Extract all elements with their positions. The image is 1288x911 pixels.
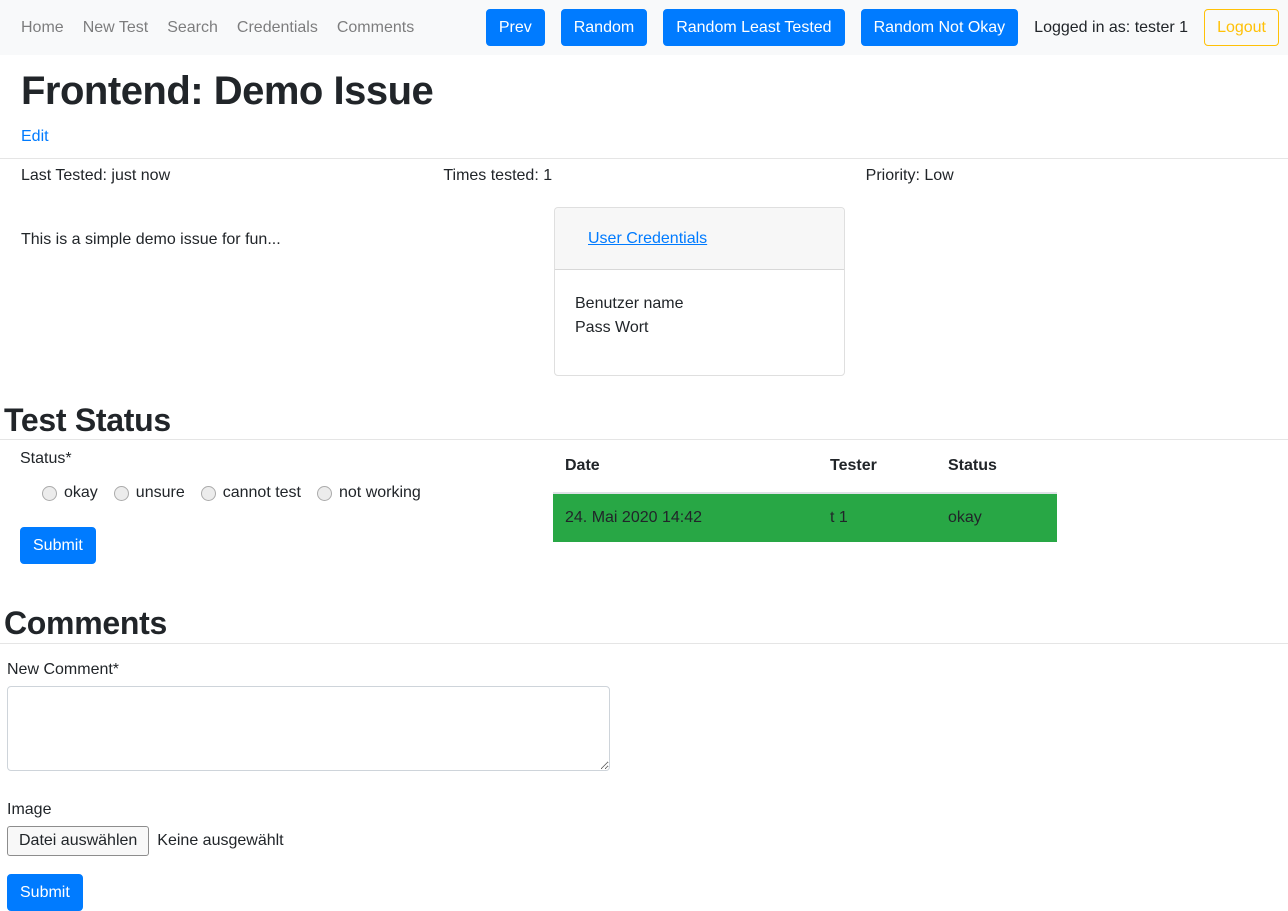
- navbar: Home New Test Search Credentials Comment…: [0, 0, 1288, 55]
- nav-link-credentials[interactable]: Credentials: [237, 16, 318, 40]
- credential-username: Benutzer name: [575, 292, 824, 316]
- priority-text: Priority: Low: [866, 164, 1288, 188]
- radio-option-cannot-test[interactable]: cannot test: [201, 481, 301, 505]
- table-row: 24. Mai 2020 14:42 t 1 okay: [553, 493, 1057, 542]
- nav-link-comments[interactable]: Comments: [337, 16, 414, 40]
- random-least-tested-button[interactable]: Random Least Tested: [663, 9, 844, 46]
- image-file-input[interactable]: Datei auswählen Keine ausgewählt: [7, 826, 1288, 856]
- status-form: Status* okay unsure cannot test not work…: [0, 440, 553, 564]
- credentials-card-header: User Credentials: [555, 208, 844, 270]
- title-block: Frontend: Demo Issue Edit: [0, 55, 1288, 158]
- table-header-tester: Tester: [818, 440, 936, 493]
- test-status-row: Status* okay unsure cannot test not work…: [0, 440, 1288, 564]
- random-not-okay-button[interactable]: Random Not Okay: [861, 9, 1019, 46]
- description-credentials-row: This is a simple demo issue for fun... U…: [0, 207, 1288, 376]
- logout-button[interactable]: Logout: [1204, 9, 1279, 46]
- credentials-card: User Credentials Benutzer name Pass Wort: [554, 207, 845, 376]
- credential-password: Pass Wort: [575, 316, 824, 340]
- page-title: Frontend: Demo Issue: [21, 67, 1267, 115]
- nav-links: Home New Test Search Credentials Comment…: [21, 16, 433, 40]
- test-history-table: Date Tester Status 24. Mai 2020 14:42 t …: [553, 440, 1057, 542]
- radio-option-label: cannot test: [223, 481, 301, 505]
- status-label: Status*: [20, 447, 553, 471]
- table-header-date: Date: [553, 440, 818, 493]
- table-header-row: Date Tester Status: [553, 440, 1057, 493]
- table-cell-date: 24. Mai 2020 14:42: [553, 493, 818, 542]
- radio-option-label: not working: [339, 481, 421, 505]
- test-history: Date Tester Status 24. Mai 2020 14:42 t …: [553, 440, 1058, 564]
- last-tested-text: Last Tested: just now: [21, 164, 443, 188]
- radio-icon[interactable]: [317, 486, 332, 501]
- main-content: Frontend: Demo Issue Edit Last Tested: j…: [0, 55, 1288, 911]
- navbar-actions: Prev Random Random Least Tested Random N…: [486, 9, 1279, 46]
- radio-icon[interactable]: [114, 486, 129, 501]
- logged-in-text: Logged in as: tester 1: [1034, 16, 1188, 40]
- status-radio-group: okay unsure cannot test not working: [42, 481, 553, 505]
- nav-link-new-test[interactable]: New Test: [83, 16, 149, 40]
- table-cell-tester: t 1: [818, 493, 936, 542]
- times-tested-text: Times tested: 1: [443, 164, 865, 188]
- table-cell-status: okay: [936, 493, 1057, 542]
- credentials-card-body: Benutzer name Pass Wort: [555, 270, 844, 375]
- prev-button[interactable]: Prev: [486, 9, 545, 46]
- comment-form: New Comment* Image Datei auswählen Keine…: [0, 644, 1288, 911]
- random-button[interactable]: Random: [561, 9, 647, 46]
- file-choose-button[interactable]: Datei auswählen: [7, 826, 149, 856]
- radio-option-label: unsure: [136, 481, 185, 505]
- user-credentials-link[interactable]: User Credentials: [588, 230, 707, 247]
- radio-icon[interactable]: [42, 486, 57, 501]
- table-header-status: Status: [936, 440, 1057, 493]
- nav-link-search[interactable]: Search: [167, 16, 218, 40]
- new-comment-textarea[interactable]: [7, 686, 610, 771]
- file-status-text: Keine ausgewählt: [157, 829, 283, 853]
- comment-submit-button[interactable]: Submit: [7, 874, 83, 911]
- radio-option-label: okay: [64, 481, 98, 505]
- new-comment-label: New Comment*: [7, 658, 1288, 682]
- comments-heading: Comments: [4, 604, 1288, 642]
- radio-option-okay[interactable]: okay: [42, 481, 98, 505]
- radio-option-not-working[interactable]: not working: [317, 481, 421, 505]
- issue-info-row: Last Tested: just now Times tested: 1 Pr…: [0, 159, 1288, 188]
- nav-link-home[interactable]: Home: [21, 16, 64, 40]
- radio-option-unsure[interactable]: unsure: [114, 481, 185, 505]
- issue-description: This is a simple demo issue for fun...: [21, 207, 554, 376]
- edit-link[interactable]: Edit: [21, 125, 49, 149]
- image-label: Image: [7, 798, 1288, 822]
- test-status-heading: Test Status: [4, 401, 1288, 439]
- radio-icon[interactable]: [201, 486, 216, 501]
- status-submit-button[interactable]: Submit: [20, 527, 96, 564]
